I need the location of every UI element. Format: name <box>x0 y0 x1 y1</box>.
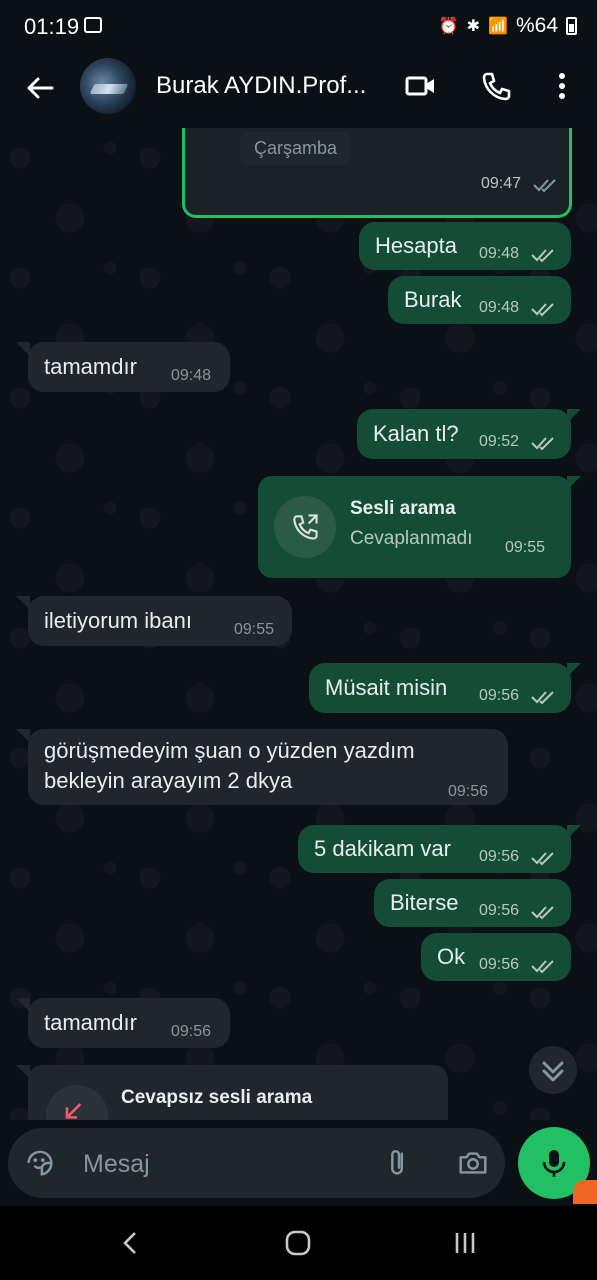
double-check-icon <box>531 960 554 974</box>
message-time: 09:56 <box>479 902 520 919</box>
message-text: tamamdır <box>44 354 137 379</box>
message-time: 09:48 <box>479 245 520 262</box>
date-chip: Çarşamba <box>240 132 352 165</box>
double-check-icon <box>531 691 554 705</box>
message-text: 5 dakikam var <box>314 836 451 861</box>
attach-icon[interactable] <box>381 1146 415 1180</box>
message-bubble-outgoing[interactable]: Hesapta 09:48 <box>359 222 571 270</box>
video-call-icon[interactable] <box>402 68 438 104</box>
call-icon-circle <box>274 496 336 558</box>
message-bubble-outgoing[interactable]: Biterse 09:56 <box>374 879 571 927</box>
message-time: 09:47 <box>481 175 522 192</box>
message-text: Burak <box>404 287 462 312</box>
battery-icon <box>566 17 577 35</box>
message-time: 09:56 <box>479 687 520 704</box>
message-time: 09:55 <box>234 621 275 638</box>
message-bubble-incoming[interactable]: tamamdır 09:48 <box>28 342 230 392</box>
microphone-icon <box>542 1150 566 1177</box>
alarm-icon: ⏰ <box>438 18 459 35</box>
bubble-tail <box>567 409 581 423</box>
message-bubble-outgoing[interactable]: Kalan tl? 09:52 <box>357 409 571 459</box>
message-text-line1: görüşmedeyim şuan o yüzden yazdım <box>44 738 415 763</box>
chat-area[interactable]: 09:47 Çarşamba Hesapta 09:48 Burak 09:48… <box>0 128 597 1120</box>
status-bar: 01:19 ⏰ ✱ 📶 %64 <box>0 0 597 52</box>
bubble-tail <box>16 342 30 356</box>
camera-icon[interactable] <box>456 1146 490 1180</box>
message-text: Hesapta <box>375 233 457 258</box>
message-text: tamamdır <box>44 1010 137 1035</box>
message-time: 09:52 <box>479 433 520 450</box>
wifi-icon: 📶 <box>488 18 508 35</box>
message-bubble-outgoing[interactable]: Müsait misin 09:56 <box>309 663 571 713</box>
double-check-icon <box>531 249 554 263</box>
message-bubble-incoming[interactable]: görüşmedeyim şuan o yüzden yazdım bekley… <box>28 729 508 805</box>
scroll-to-bottom-button[interactable] <box>529 1046 577 1094</box>
call-status: Cevaplanmadı <box>350 528 473 549</box>
call-title: Cevapsız sesli arama <box>121 1087 313 1108</box>
message-time: 09:56 <box>479 956 520 973</box>
nav-home-icon[interactable] <box>283 1228 313 1258</box>
double-check-icon <box>531 303 554 317</box>
call-bubble-outgoing[interactable]: Sesli arama Cevaplanmadı 09:55 <box>258 476 571 578</box>
message-input-container[interactable]: Mesaj <box>8 1128 505 1198</box>
double-chevron-down-icon <box>542 1061 564 1082</box>
message-text: Kalan tl? <box>373 421 459 446</box>
message-bubble-outgoing[interactable]: Ok 09:56 <box>421 933 571 981</box>
outgoing-call-icon <box>293 514 318 540</box>
contact-name[interactable]: Burak AYDIN.Prof... <box>156 72 386 100</box>
system-nav-bar <box>0 1206 597 1280</box>
nav-recents-icon[interactable] <box>450 1228 480 1258</box>
missed-call-bubble-incoming[interactable]: Cevapsız sesli arama <box>28 1065 448 1120</box>
bubble-tail <box>567 825 581 839</box>
voice-call-icon[interactable] <box>478 68 514 104</box>
message-time: 09:48 <box>479 299 520 316</box>
battery-percent: %64 <box>515 14 558 37</box>
back-arrow-icon[interactable] <box>22 70 58 106</box>
status-time: 01:19 <box>24 14 80 39</box>
call-title: Sesli arama <box>350 498 456 519</box>
bluetooth-icon: ✱ <box>466 18 481 35</box>
message-bubble-incoming[interactable]: tamamdır 09:56 <box>28 998 230 1048</box>
more-options-icon[interactable] <box>544 68 580 104</box>
message-time: 09:56 <box>448 783 489 800</box>
double-check-icon <box>533 179 556 193</box>
overlay-app-badge <box>573 1180 597 1204</box>
status-icons: ⏰ ✱ 📶 %64 <box>439 14 577 38</box>
bubble-tail <box>16 596 30 610</box>
message-text: Müsait misin <box>325 675 448 700</box>
bubble-tail <box>16 998 30 1012</box>
message-time: 09:55 <box>505 539 546 556</box>
bubble-tail <box>567 663 581 677</box>
message-text: Biterse <box>390 890 459 915</box>
composer-bar: Mesaj <box>0 1120 597 1206</box>
nav-back-icon[interactable] <box>116 1228 146 1258</box>
bubble-tail <box>16 1065 30 1079</box>
message-bubble-outgoing[interactable]: Burak 09:48 <box>388 276 571 324</box>
message-bubble-incoming[interactable]: iletiyorum ibanı 09:55 <box>28 596 292 646</box>
message-time: 09:56 <box>171 1023 212 1040</box>
gallery-icon <box>84 17 102 33</box>
bubble-tail <box>567 476 581 490</box>
avatar[interactable] <box>80 58 136 114</box>
double-check-icon <box>531 437 554 451</box>
message-time: 09:56 <box>479 848 520 865</box>
message-time: 09:48 <box>171 367 212 384</box>
double-check-icon <box>531 906 554 920</box>
bubble-tail <box>16 729 30 743</box>
emoji-sticker-icon[interactable] <box>23 1146 57 1180</box>
chat-header: Burak AYDIN.Prof... <box>0 52 597 128</box>
message-bubble-outgoing[interactable]: 5 dakikam var 09:56 <box>298 825 571 873</box>
double-check-icon <box>531 852 554 866</box>
call-icon-circle <box>46 1085 108 1120</box>
message-text: Ok <box>437 944 466 969</box>
message-text-line2: bekleyin arayayım 2 dkya <box>44 768 293 793</box>
message-text: iletiyorum ibanı <box>44 608 192 633</box>
message-input[interactable]: Mesaj <box>83 1150 150 1179</box>
missed-call-icon <box>65 1103 82 1119</box>
